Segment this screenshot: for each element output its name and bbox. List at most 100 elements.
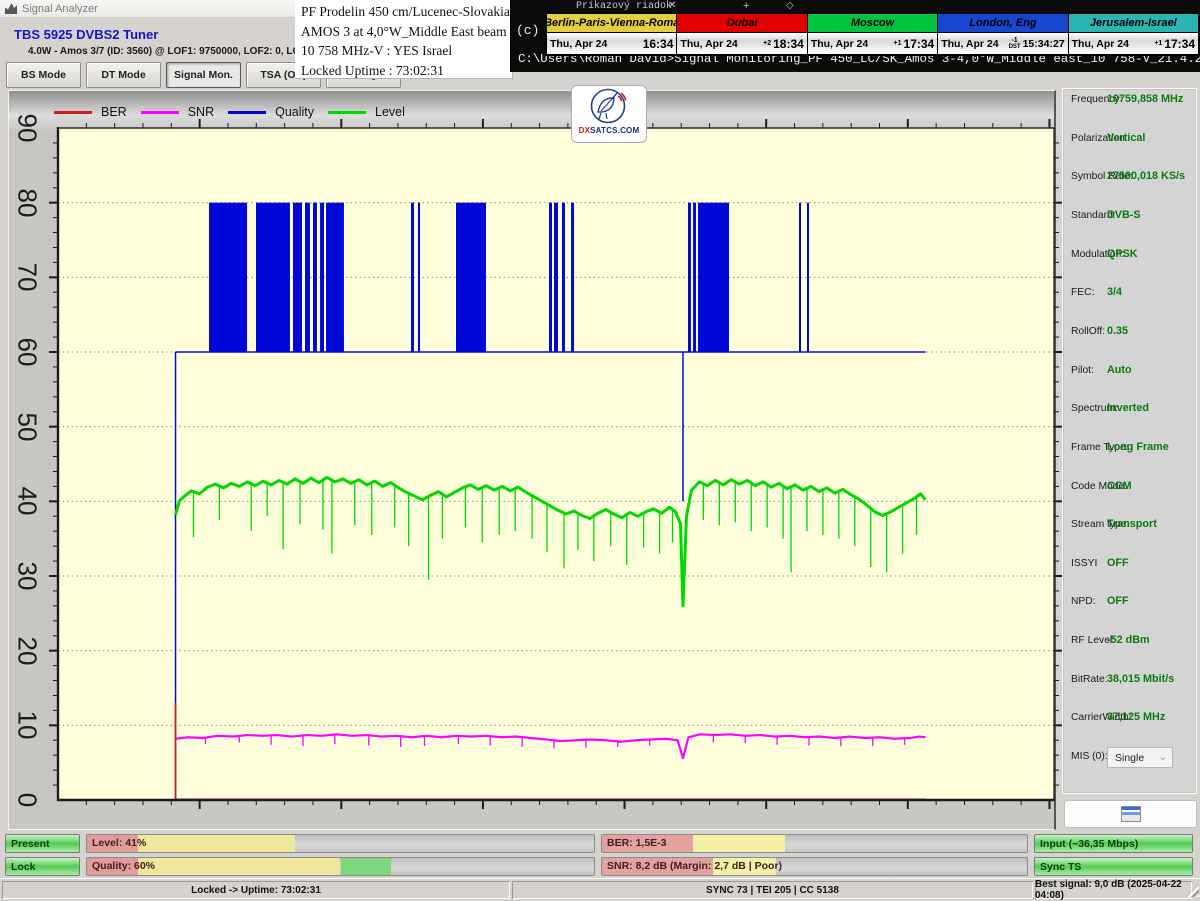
tab-signal-mon-[interactable]: Signal Mon. — [166, 62, 241, 88]
dxsatcs-logo: DXSATCS.COM — [571, 85, 647, 143]
param-row-stream-type-: Stream type:Transport — [1063, 519, 1196, 535]
param-row-rf-level-: RF Level:-52 dBm — [1063, 635, 1196, 651]
tab-dt-mode[interactable]: DT Mode — [86, 62, 161, 88]
clock-date: Thu, Apr 24 — [550, 38, 607, 50]
quality-high-block-1 — [256, 203, 290, 352]
clock-body: Thu, Apr 24 16:34 — [547, 33, 676, 54]
y-tick-label-0: 0 — [12, 793, 43, 807]
present-indicator: Present — [5, 834, 80, 853]
clock-offset-value: +1 — [894, 41, 902, 47]
param-value: 27500,018 KS/s — [1107, 170, 1185, 182]
clock-body: Thu, Apr 24+218:34 — [677, 33, 806, 54]
param-value: Long Frame — [1107, 441, 1169, 453]
ber-bar: BER: 1,5E-3 — [601, 834, 1028, 853]
param-value: Auto — [1107, 364, 1132, 376]
clock-time: 17:34 — [1162, 37, 1195, 51]
param-row-symbol-rate-: Symbol Rate:27500,018 KS/s — [1063, 171, 1196, 187]
legend-item-level: Level — [328, 105, 405, 119]
param-row-npd-: NPD:OFF — [1063, 596, 1196, 612]
plot-area — [58, 128, 1054, 800]
snr-bar: SNR: 8,2 dB (Margin: 2,7 dB | Poor) — [601, 857, 1028, 876]
signal-chart — [58, 128, 1054, 800]
y-tick-label-80: 80 — [12, 188, 43, 217]
window-title: Signal Analyzer — [22, 3, 98, 15]
quality-high-block-17 — [799, 203, 801, 352]
param-row-spectrum-: Spectrum:Inverted — [1063, 403, 1196, 419]
clock-berlin-paris-vienna-roma: Berlin-Paris-Vienna-RomaThu, Apr 2416:34 — [547, 14, 676, 54]
bar-segment-2 — [341, 858, 392, 875]
clock-body: Thu, Apr 24+117:34 — [1069, 33, 1198, 54]
param-label: RollOff: — [1071, 326, 1105, 337]
legend-label: Quality — [275, 105, 314, 119]
close-icon[interactable]: ✕ — [668, 0, 676, 11]
transponder-parameters-panel: Frequency:10759,858 MHz Polarization:Vert… — [1062, 88, 1197, 794]
status-uptime: Locked -> Uptime: 73:02:31 — [2, 881, 510, 899]
lock-indicator: Lock — [5, 857, 80, 876]
status-sync-counters: SYNC 73 | TEI 205 | CC 5138 — [512, 881, 1033, 899]
plus-icon[interactable]: + — [743, 0, 749, 12]
y-tick-label-60: 60 — [12, 338, 43, 367]
quality-high-block-8 — [418, 203, 420, 352]
level-bar: Level: 41% — [86, 834, 595, 853]
y-tick-label-50: 50 — [12, 412, 43, 441]
quality-high-block-18 — [807, 203, 809, 352]
clock-offset: +2 — [763, 41, 771, 47]
clock-time: 16:34 — [641, 37, 674, 51]
legend-swatch-quality — [228, 111, 266, 114]
param-row-mis: MIS (0):Single⌄ — [1063, 751, 1196, 767]
param-value: 38,015 Mbit/s — [1107, 673, 1174, 685]
bar-segment-1 — [138, 835, 295, 852]
cmd-window-title: Príkazový riadok — [576, 1, 672, 12]
param-row-code-mode-: Code Mode:CCM — [1063, 481, 1196, 497]
save-icon — [1121, 806, 1141, 822]
param-value: 37,125 MHz — [1107, 711, 1165, 723]
status-bar: Locked -> Uptime: 73:02:31 SYNC 73 | TEI… — [0, 878, 1200, 900]
quality-high-block-6 — [326, 203, 344, 352]
quality-high-block-11 — [554, 203, 558, 352]
param-row-bitrate-: BitRate:38,015 Mbit/s — [1063, 674, 1196, 690]
info-line-2: 10 758 MHz-V : YES Israel — [301, 41, 512, 61]
param-row-frame-type-: Frame Type:Long Frame — [1063, 442, 1196, 458]
legend-label: SNR — [188, 105, 214, 119]
info-line-1: AMOS 3 at 4,0°W_Middle East beam — [301, 22, 512, 42]
clock-body: Thu, Apr 24-1DST15:34:27 — [938, 33, 1067, 54]
param-value: 10759,858 MHz — [1107, 93, 1183, 105]
y-tick-label-10: 10 — [12, 711, 43, 740]
bar-segment-1 — [138, 858, 341, 875]
legend-swatch-snr — [141, 111, 179, 114]
quality-bar: Quality: 60% — [86, 857, 595, 876]
param-value: 3/4 — [1107, 286, 1122, 298]
legend-label: Level — [375, 105, 405, 119]
quality-high-block-2 — [293, 203, 302, 352]
param-label: NPD: — [1071, 596, 1096, 607]
info-line-0: PF Prodelin 450 cm/Lucenec-Slovakia — [301, 2, 512, 22]
param-row-frequency-: Frequency:10759,858 MHz — [1063, 94, 1196, 110]
diamond-icon[interactable]: ◇ — [786, 0, 794, 11]
param-value: CCM — [1107, 480, 1132, 492]
legend-swatch-ber — [54, 111, 92, 114]
logo-text: DXSATCS.COM — [579, 126, 640, 135]
clock-city-header: Moscow — [808, 14, 937, 33]
clock-date: Thu, Apr 24 — [680, 38, 737, 50]
quality-high-block-12 — [562, 203, 565, 352]
bar-label: SNR: 8,2 dB (Margin: 2,7 dB | Poor) — [607, 860, 782, 872]
param-row-standard-: Standard:DVB-S — [1063, 210, 1196, 226]
quality-high-block-16 — [698, 203, 729, 352]
tab-bs-mode[interactable]: BS Mode — [6, 62, 81, 88]
clock-date: Thu, Apr 24 — [1072, 38, 1129, 50]
save-button[interactable] — [1064, 800, 1197, 828]
y-tick-label-90: 90 — [12, 114, 43, 143]
clock-jerusalem-israel: Jerusalem-IsraelThu, Apr 24+117:34 — [1068, 14, 1198, 54]
param-value: DVB-S — [1107, 209, 1141, 221]
quality-high-block-13 — [571, 203, 574, 352]
clock-city-header: London, Eng — [938, 14, 1067, 33]
clock-time: 15:34:27 — [1021, 38, 1065, 50]
param-row-carrierwidth-: CarrierWidth:37,125 MHz — [1063, 712, 1196, 728]
bar-label: Quality: 60% — [92, 860, 155, 872]
sync-ts-indicator: Sync TS — [1034, 857, 1193, 876]
mis-dropdown[interactable]: Single⌄ — [1107, 747, 1173, 768]
param-row-polarization-: Polarization:Vertical — [1063, 133, 1196, 149]
legend-item-snr: SNR — [141, 105, 214, 119]
param-label: ISSYI — [1071, 558, 1097, 569]
param-value: Transport — [1107, 518, 1157, 530]
